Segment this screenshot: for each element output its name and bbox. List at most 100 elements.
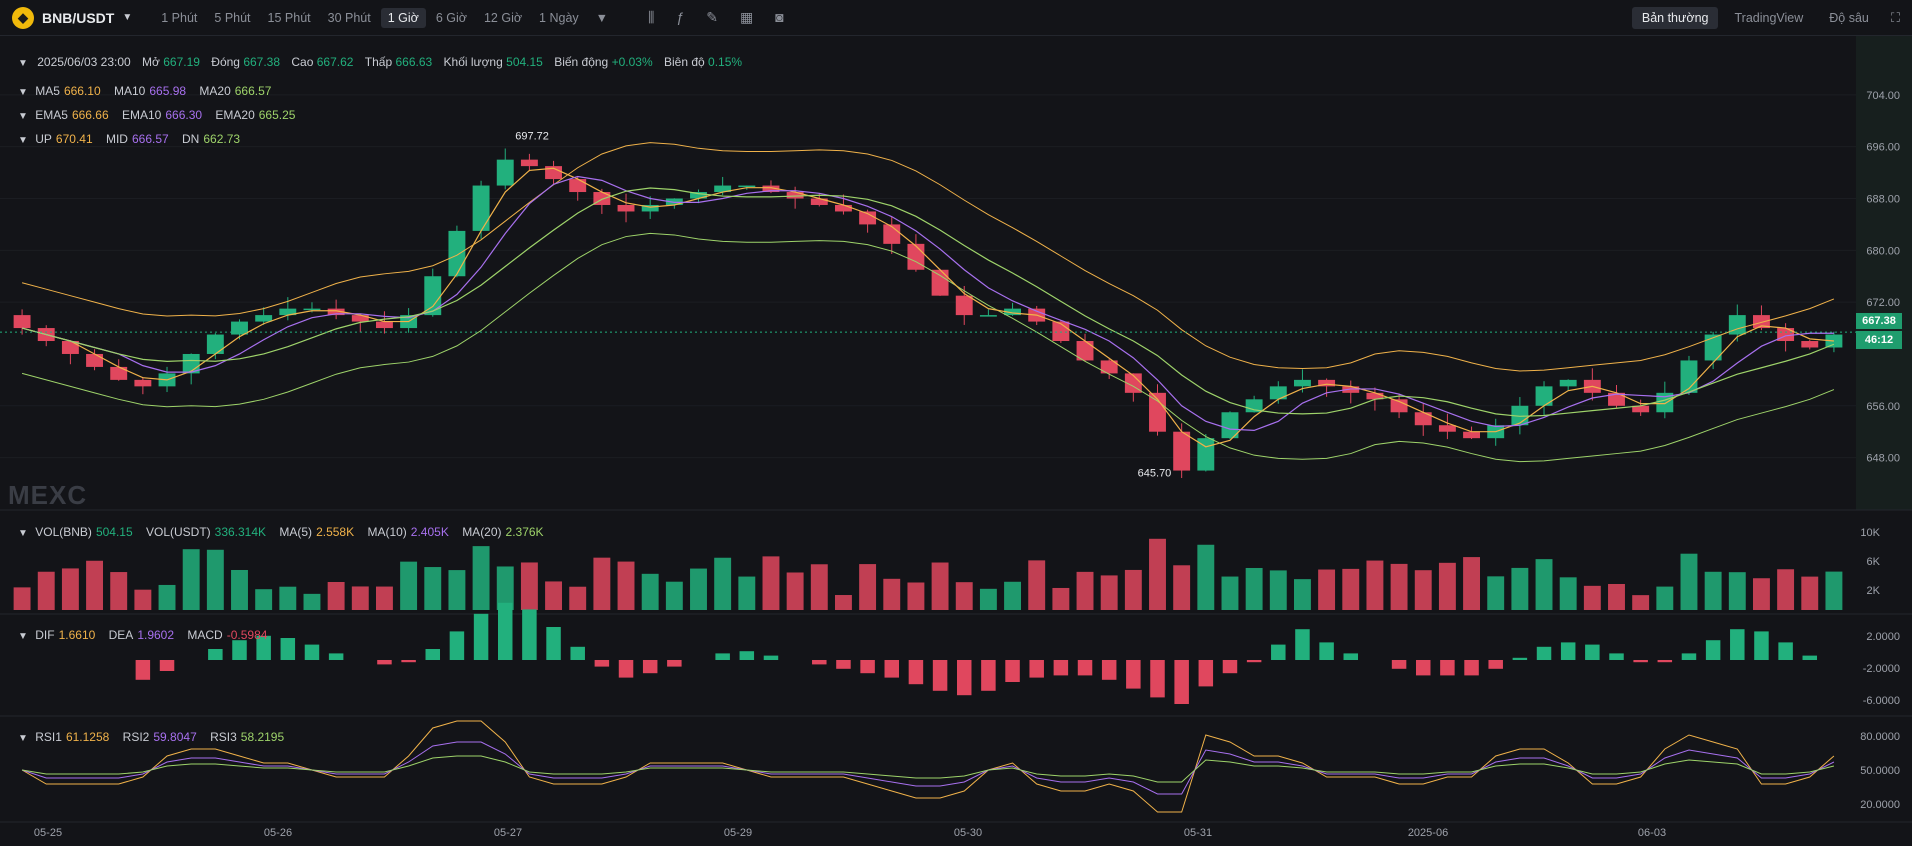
macd-value: -0.5984 — [226, 628, 268, 642]
rsi2-label: RSI2 — [122, 730, 150, 744]
time-tick-label: 05-25 — [34, 827, 62, 839]
amplitude-label: Biên độ — [663, 55, 705, 69]
volume-bar — [61, 568, 79, 610]
ma-chevron-icon[interactable]: ▼ — [18, 87, 28, 98]
macd-bar — [1440, 660, 1455, 676]
macd-bar — [208, 649, 223, 660]
volume-bar — [424, 567, 442, 610]
macd-bar — [1391, 660, 1407, 669]
interval-1h[interactable]: 1 Giờ — [380, 7, 426, 28]
candle-body — [520, 159, 538, 167]
volume-bar — [351, 586, 369, 610]
high-value: 667.62 — [316, 55, 354, 69]
open-value: 667.19 — [163, 55, 200, 69]
price-tick-label: 656.00 — [1866, 401, 1900, 413]
volume-bar — [1825, 571, 1843, 610]
layout-grid-icon[interactable]: ▦ — [740, 9, 753, 26]
macd-bar — [763, 655, 779, 660]
dea-label: DEA — [108, 628, 134, 642]
volume-bar — [545, 581, 563, 610]
interval-12h[interactable]: 12 Giờ — [477, 8, 529, 28]
indicator-icon[interactable]: ƒ — [676, 9, 684, 26]
interval-6h[interactable]: 6 Giờ — [429, 8, 474, 28]
volume-bar — [1511, 567, 1529, 610]
volume-bar — [569, 586, 587, 610]
macd-bar — [1222, 660, 1238, 674]
macd-bar — [1005, 660, 1020, 682]
volume-bar — [1221, 576, 1239, 610]
volume-bar — [1173, 565, 1191, 610]
macd-bar — [449, 631, 465, 660]
boll-chevron-icon[interactable]: ▼ — [18, 135, 28, 146]
candle-body — [13, 315, 31, 329]
volume-bar — [1535, 559, 1553, 610]
macd-bar — [884, 660, 900, 678]
macd-bar — [836, 660, 851, 669]
candle-body — [1559, 379, 1577, 387]
chevron-down-icon[interactable]: ▼ — [122, 12, 132, 23]
top-toolbar: ◆ BNB/USDT ▼ 1 Phút 5 Phút 15 Phút 30 Ph… — [0, 0, 1912, 36]
ma-legend: ▼ MA5 666.10 MA10 665.98 MA20 666.57 — [18, 84, 275, 98]
macd-bar — [667, 660, 682, 667]
macd-bar — [377, 660, 392, 665]
interval-30m[interactable]: 30 Phút — [321, 8, 378, 28]
view-standard[interactable]: Bản thường — [1631, 7, 1719, 29]
volume-bar — [1656, 586, 1674, 610]
volume-bar — [520, 562, 538, 610]
macd-bar — [860, 660, 875, 674]
view-tradingview[interactable]: TradingView — [1724, 7, 1813, 29]
macd-bar — [546, 627, 561, 660]
view-depth[interactable]: Độ sâu — [1819, 7, 1879, 29]
interval-15m[interactable]: 15 Phút — [261, 8, 318, 28]
amplitude-value: 0.15% — [708, 55, 743, 69]
ohlc-info: ▼ 2025/06/03 23:00 Mở 667.19 Đóng 667.38… — [18, 55, 742, 69]
volume-bar — [231, 569, 248, 610]
interval-more-chevron-icon[interactable]: ▼ — [589, 8, 615, 28]
rsi-chevron-icon[interactable]: ▼ — [18, 733, 28, 744]
candle-body — [569, 179, 587, 193]
macd-bar — [1101, 660, 1117, 680]
macd-bar — [932, 660, 948, 691]
candle-body — [738, 185, 756, 188]
volume-bar — [1463, 557, 1481, 610]
macd-chevron-icon[interactable]: ▼ — [18, 631, 28, 642]
current-price-tag: 667.38 — [1856, 313, 1902, 329]
time-tick-label: 2025-06 — [1408, 827, 1448, 839]
ema5-value: 666.66 — [71, 108, 109, 122]
candle-body — [1777, 328, 1795, 342]
up-value: 670.41 — [55, 132, 93, 146]
candle-body — [907, 243, 925, 270]
draw-pen-icon[interactable]: ✎ — [706, 9, 718, 26]
vol-legend: ▼ VOL(BNB) 504.15 VOL(USDT) 336.314K MA(5)… — [18, 525, 548, 539]
volume-bar — [1752, 578, 1770, 610]
high-annotation: 697.72 — [515, 131, 549, 143]
macd-bar — [1657, 660, 1673, 663]
time-tick-label: 05-31 — [1184, 827, 1212, 839]
macd-bar — [159, 660, 175, 671]
countdown-tag: 46:12 — [1856, 331, 1902, 349]
candle-body — [448, 230, 466, 277]
macd-bar — [908, 660, 924, 685]
macd-bar — [1150, 660, 1165, 698]
collapse-chevron-icon[interactable]: ▼ — [18, 58, 28, 69]
vol-chevron-icon[interactable]: ▼ — [18, 528, 28, 539]
screenshot-camera-icon[interactable]: ◙ — [775, 9, 783, 26]
chart-canvas[interactable]: 704.00 696.00 688.00 680.00 672.00 656.00 648.… — [0, 36, 1912, 846]
ma10-label: MA10 — [113, 84, 146, 98]
interval-1d[interactable]: 1 Ngày — [532, 8, 586, 28]
interval-1m[interactable]: 1 Phút — [154, 8, 204, 28]
candle-body — [1438, 425, 1456, 432]
ema-chevron-icon[interactable]: ▼ — [18, 111, 28, 122]
fullscreen-icon[interactable]: ⛶ — [1891, 10, 1900, 26]
rsi-tick-label: 20.0000 — [1860, 799, 1900, 811]
interval-5m[interactable]: 5 Phút — [207, 8, 257, 28]
low-value: 666.63 — [395, 55, 433, 69]
macd-bar — [812, 660, 827, 665]
rsi1-label: RSI1 — [35, 730, 62, 744]
macd-bar — [1730, 629, 1745, 660]
time-tick-label: 05-27 — [494, 827, 522, 839]
pair-selector[interactable]: BNB/USDT — [42, 10, 114, 26]
candle-type-icon[interactable]: ⫼ — [648, 9, 654, 26]
macd-bar — [594, 660, 610, 667]
candle-body — [424, 276, 442, 316]
